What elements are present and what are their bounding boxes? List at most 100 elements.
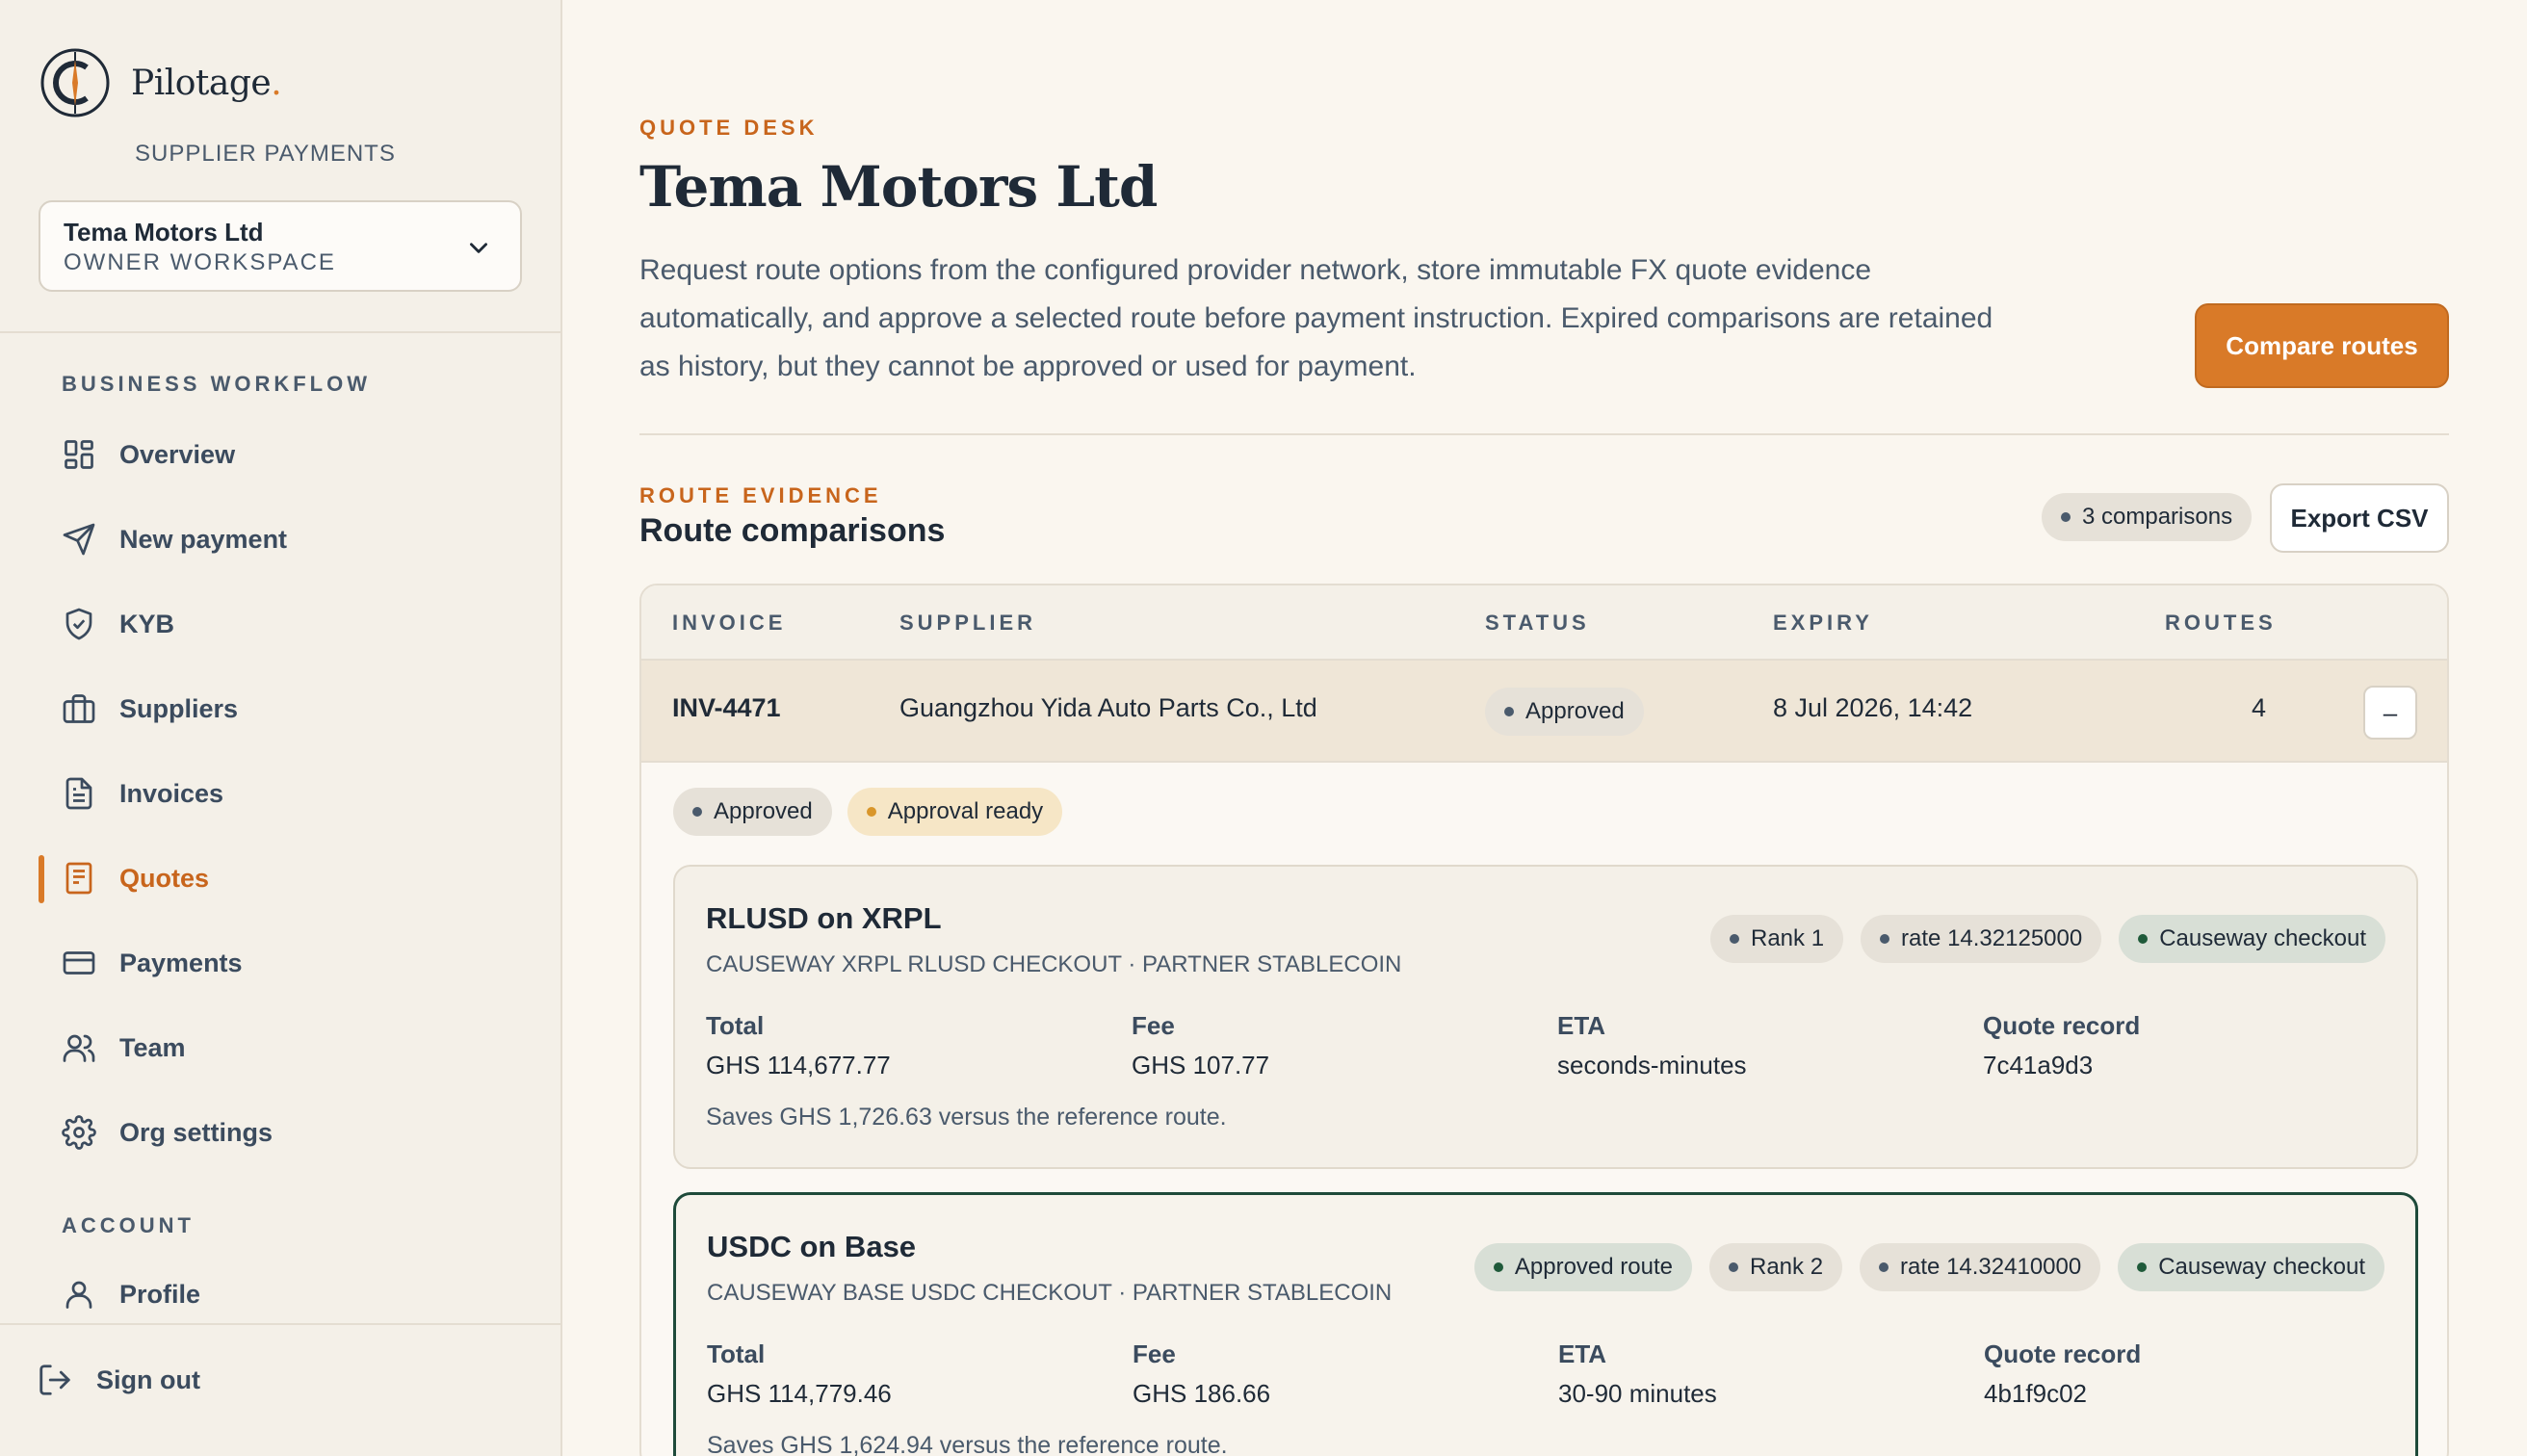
sign-out-label: Sign out (96, 1365, 200, 1394)
detail-status-pills: Approved Approval ready (673, 788, 1063, 836)
card-icon (63, 951, 95, 975)
section-divider (639, 433, 2449, 435)
rate-badge: rate 14.32125000 (1861, 915, 2102, 963)
sidebar-item-label: KYB (119, 609, 175, 638)
users-icon (63, 1034, 95, 1062)
workspace-selector[interactable]: Tema Motors Ltd OWNER WORKSPACE (39, 200, 522, 292)
sidebar-item-label: Invoices (119, 778, 224, 808)
sidebar-item-label: Team (119, 1032, 186, 1062)
brand-name: Pilotage. (131, 63, 282, 103)
bullet-icon (2061, 512, 2071, 522)
status-badge: Approved (1485, 688, 1644, 736)
sign-out-button[interactable]: Sign out (37, 1362, 200, 1398)
column-header-routes: ROUTES (2165, 611, 2277, 635)
page-description: Request route options from the configure… (639, 254, 1993, 382)
quote-record-stat: Quote record 4b1f9c02 (1984, 1339, 2142, 1408)
page-eyebrow: QUOTE DESK (639, 116, 819, 140)
column-header-status: STATUS (1485, 611, 1590, 635)
active-indicator (39, 855, 44, 903)
bullet-icon (1730, 934, 1739, 944)
eta-stat: ETA seconds-minutes (1557, 1011, 1747, 1079)
column-header-invoice: INVOICE (672, 611, 787, 635)
bullet-icon (1880, 934, 1890, 944)
rate-badge: rate 14.32410000 (1860, 1243, 2101, 1291)
quote-record-stat: Quote record 7c41a9d3 (1983, 1011, 2141, 1079)
comparisons-count-badge: 3 comparisons (2042, 493, 2253, 541)
route-badges: Approved route Rank 2 rate 14.32410000 C… (1473, 1243, 2384, 1291)
section-eyebrow: ROUTE EVIDENCE (639, 483, 882, 507)
provider-badge: Causeway checkout (2118, 1243, 2384, 1291)
table-row[interactable]: INV-4471 Guangzhou Yida Auto Parts Co., … (641, 661, 2447, 763)
page-title: Tema Motors Ltd (639, 154, 1158, 220)
receipt-icon (65, 862, 92, 895)
expiry-date: 8 Jul 2026, 14:42 (1773, 693, 1973, 722)
route-card[interactable]: RLUSD on XRPL CAUSEWAY XRPL RLUSD CHECKO… (673, 865, 2418, 1169)
chevron-down-icon (470, 243, 487, 253)
sidebar-item-suppliers[interactable]: Suppliers (62, 680, 524, 738)
workspace-name: Tema Motors Ltd (64, 218, 264, 247)
sidebar: Pilotage. SUPPLIER PAYMENTS Tema Motors … (0, 0, 562, 1456)
briefcase-icon (63, 694, 95, 723)
savings-note: Saves GHS 1,624.94 versus the reference … (707, 1432, 1228, 1456)
fee-stat: Fee GHS 186.66 (1133, 1339, 1271, 1408)
sidebar-divider (0, 331, 560, 333)
workspace-role: OWNER WORKSPACE (64, 249, 336, 275)
gear-icon (62, 1115, 96, 1150)
column-header-supplier: SUPPLIER (899, 611, 1037, 635)
sidebar-item-label: Quotes (119, 863, 210, 893)
invoice-id: INV-4471 (672, 693, 781, 722)
total-stat: Total GHS 114,779.46 (707, 1339, 892, 1408)
sidebar-item-label: Org settings (119, 1117, 274, 1147)
section-label-account: ACCOUNT (62, 1213, 195, 1237)
route-subtitle: CAUSEWAY XRPL RLUSD CHECKOUT · PARTNER S… (706, 951, 1402, 977)
supplier-name: Guangzhou Yida Auto Parts Co., Ltd (899, 693, 1317, 722)
compass-logo-icon (40, 48, 110, 117)
sidebar-item-invoices[interactable]: Invoices (62, 765, 524, 822)
column-header-expiry: EXPIRY (1773, 611, 1873, 635)
sidebar-item-label: Payments (119, 948, 243, 977)
route-subtitle: CAUSEWAY BASE USDC CHECKOUT · PARTNER ST… (707, 1280, 1393, 1306)
bullet-icon (692, 807, 702, 817)
bullet-icon (1729, 1262, 1738, 1272)
brand[interactable]: Pilotage. (39, 46, 282, 119)
approved-route-badge: Approved route (1473, 1243, 1692, 1291)
route-count: 4 (2252, 693, 2267, 722)
sidebar-item-payments[interactable]: Payments (62, 934, 524, 992)
export-csv-button[interactable]: Export CSV (2270, 483, 2449, 553)
bullet-icon (1493, 1262, 1503, 1272)
sidebar-item-label: Overview (119, 439, 236, 469)
route-badges: Rank 1 rate 14.32125000 Causeway checkou… (1710, 915, 2385, 963)
bullet-icon (2137, 1262, 2148, 1272)
sidebar-item-new-payment[interactable]: New payment (62, 510, 524, 568)
savings-note: Saves GHS 1,726.63 versus the reference … (706, 1104, 1227, 1131)
rank-badge: Rank 1 (1710, 915, 1844, 963)
sidebar-item-profile[interactable]: Profile (62, 1265, 524, 1323)
bullet-icon (1504, 707, 1514, 716)
sidebar-item-org-settings[interactable]: Org settings (62, 1104, 524, 1161)
section-title: Route comparisons (639, 512, 946, 549)
bullet-icon (1879, 1262, 1889, 1272)
grid-icon (65, 440, 93, 469)
sidebar-item-kyb[interactable]: KYB (62, 595, 524, 653)
eta-stat: ETA 30-90 minutes (1558, 1339, 1717, 1408)
sidebar-item-quotes[interactable]: Quotes (62, 849, 524, 907)
sidebar-item-team[interactable]: Team (62, 1019, 524, 1077)
bullet-icon (2138, 934, 2149, 944)
sidebar-item-label: New payment (119, 524, 288, 554)
sidebar-item-label: Suppliers (119, 693, 239, 723)
collapse-row-button[interactable]: – (2363, 686, 2417, 740)
user-icon (65, 1281, 92, 1309)
approved-badge: Approved (673, 788, 832, 836)
sidebar-item-label: Profile (119, 1279, 201, 1309)
table-header: INVOICE SUPPLIER STATUS EXPIRY ROUTES (641, 585, 2447, 661)
route-title: USDC on Base (707, 1230, 917, 1263)
send-icon (63, 523, 95, 556)
logout-icon (39, 1365, 70, 1395)
bullet-icon (866, 807, 876, 817)
document-icon (65, 777, 92, 810)
comparisons-table: INVOICE SUPPLIER STATUS EXPIRY ROUTES IN… (639, 584, 2449, 1456)
compare-routes-button[interactable]: Compare routes (2195, 303, 2449, 388)
route-card-approved[interactable]: USDC on Base CAUSEWAY BASE USDC CHECKOUT… (673, 1192, 2418, 1456)
sidebar-item-overview[interactable]: Overview (62, 426, 524, 483)
rank-badge: Rank 2 (1709, 1243, 1843, 1291)
